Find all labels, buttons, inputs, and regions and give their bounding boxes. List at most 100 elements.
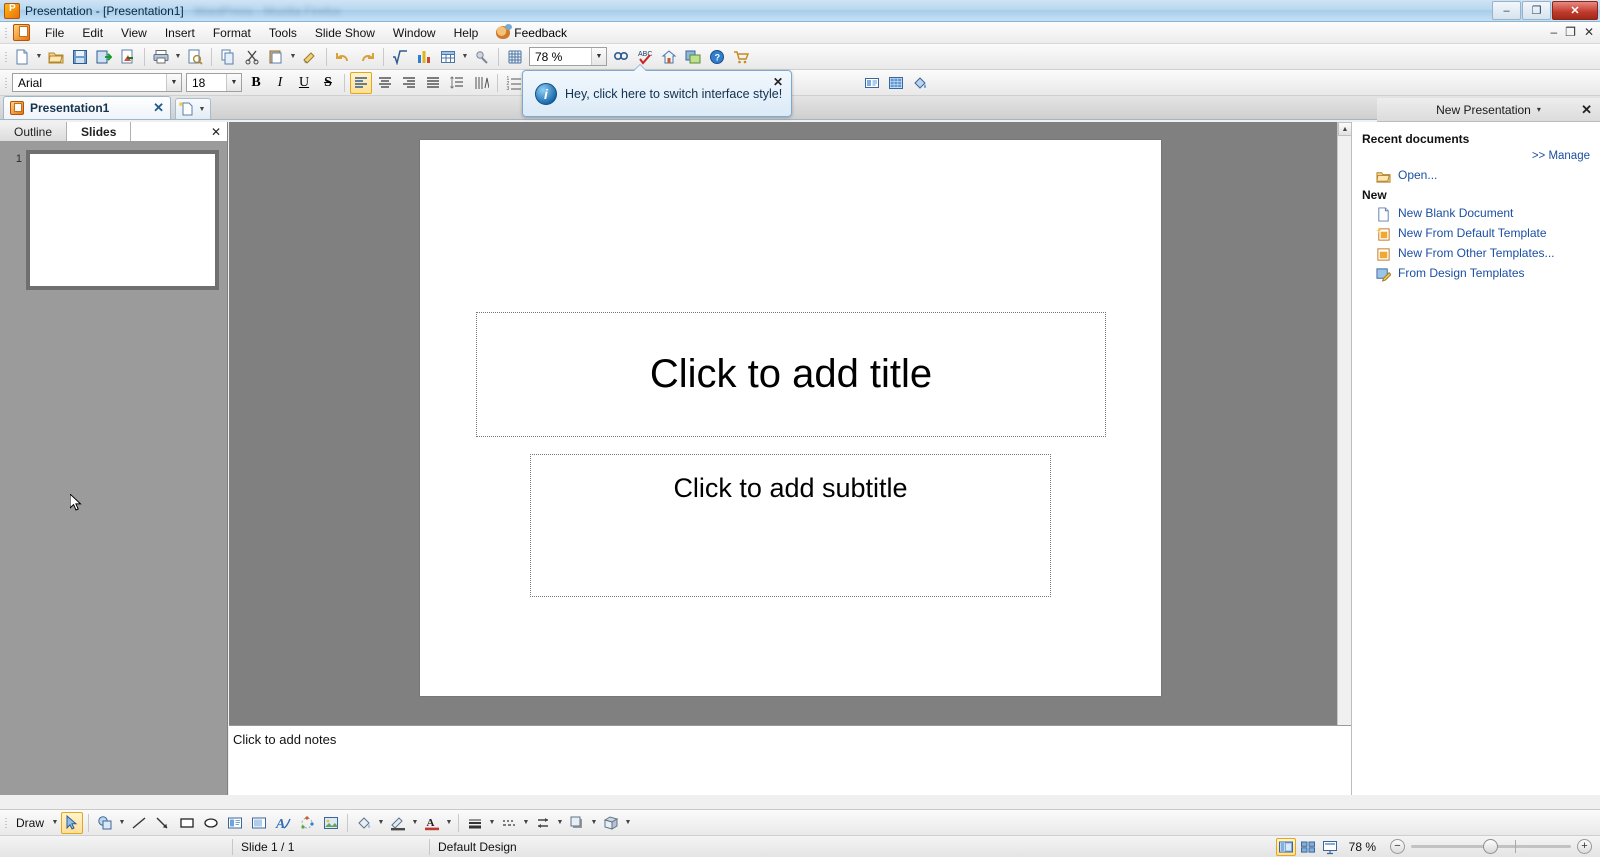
arrow-tool[interactable] bbox=[152, 812, 174, 834]
new-document-tab-dropdown[interactable]: ▼ bbox=[197, 98, 207, 120]
slide-show-button[interactable] bbox=[1320, 838, 1340, 856]
insert-table-dropdown[interactable]: ▼ bbox=[460, 46, 470, 68]
print-button[interactable] bbox=[150, 46, 172, 68]
home-button[interactable] bbox=[658, 46, 680, 68]
draw-menu-button[interactable]: Draw bbox=[10, 816, 50, 830]
fontwork-tool[interactable]: A bbox=[272, 812, 294, 834]
document-tab-presentation1[interactable]: Presentation1 ✕ bbox=[3, 96, 171, 119]
fill-color-button[interactable] bbox=[909, 72, 931, 94]
store-cart-button[interactable] bbox=[730, 46, 752, 68]
3d-rotate-tool[interactable] bbox=[296, 812, 318, 834]
hyperlink-button[interactable] bbox=[471, 46, 493, 68]
menu-window[interactable]: Window bbox=[384, 23, 445, 43]
font-name-combo-arrow[interactable]: ▼ bbox=[166, 74, 181, 91]
3d-style-dropdown[interactable]: ▼ bbox=[623, 812, 633, 834]
format-painter-button[interactable] bbox=[299, 46, 321, 68]
redo-button[interactable] bbox=[356, 46, 378, 68]
title-placeholder[interactable]: Click to add title bbox=[476, 312, 1106, 437]
from-design-templates-link[interactable]: From Design Templates bbox=[1376, 266, 1590, 282]
dash-style-dropdown[interactable]: ▼ bbox=[521, 812, 531, 834]
zoom-slider-track[interactable] bbox=[1411, 839, 1571, 854]
menubar-grip[interactable] bbox=[3, 25, 10, 41]
3d-style-tool[interactable] bbox=[600, 812, 622, 834]
italic-button[interactable]: I bbox=[269, 72, 291, 94]
formatting-toolbar-grip[interactable] bbox=[3, 75, 10, 91]
new-blank-document-link[interactable]: New Blank Document bbox=[1376, 206, 1590, 222]
menu-format[interactable]: Format bbox=[204, 23, 260, 43]
balloon-close-icon[interactable]: ✕ bbox=[773, 75, 783, 89]
tab-outline[interactable]: Outline bbox=[0, 122, 68, 141]
new-document-button[interactable] bbox=[11, 46, 33, 68]
notes-pane[interactable]: Click to add notes bbox=[229, 725, 1351, 795]
save-button[interactable] bbox=[69, 46, 91, 68]
close-button[interactable]: ✕ bbox=[1552, 1, 1598, 20]
help-button[interactable]: ? bbox=[706, 46, 728, 68]
paste-dropdown[interactable]: ▼ bbox=[288, 46, 298, 68]
menu-feedback[interactable]: Feedback bbox=[487, 23, 576, 43]
scroll-up-arrow-icon[interactable]: ▲ bbox=[1338, 122, 1352, 136]
strikethrough-button[interactable]: S bbox=[317, 72, 339, 94]
export-pdf-button[interactable] bbox=[117, 46, 139, 68]
font-color-dropdown[interactable]: ▼ bbox=[444, 812, 454, 834]
textbox-tool[interactable] bbox=[224, 812, 246, 834]
standard-toolbar-grip[interactable] bbox=[3, 49, 10, 65]
subtitle-placeholder[interactable]: Click to add subtitle bbox=[530, 454, 1051, 597]
slide-thumbnail-1[interactable] bbox=[25, 150, 219, 290]
menu-tools[interactable]: Tools bbox=[260, 23, 306, 43]
insert-image-tool[interactable] bbox=[320, 812, 342, 834]
slide-canvas[interactable]: Click to add title Click to add subtitle bbox=[420, 140, 1161, 696]
line-spacing-button[interactable] bbox=[446, 72, 468, 94]
select-arrow-tool[interactable] bbox=[61, 811, 84, 834]
zoom-combo-arrow[interactable]: ▼ bbox=[591, 48, 606, 65]
zoom-out-button[interactable]: − bbox=[1390, 839, 1405, 854]
zoom-slider-knob[interactable] bbox=[1483, 839, 1498, 854]
align-center-button[interactable] bbox=[374, 72, 396, 94]
new-document-tab-button[interactable]: ▼ bbox=[175, 98, 211, 119]
mdi-minimize-button[interactable]: – bbox=[1550, 25, 1557, 39]
zoom-in-button[interactable]: + bbox=[1577, 839, 1592, 854]
mdi-restore-button[interactable]: ❐ bbox=[1565, 25, 1576, 39]
align-justify-button[interactable] bbox=[422, 72, 444, 94]
arrow-style-dropdown[interactable]: ▼ bbox=[555, 812, 565, 834]
undo-button[interactable] bbox=[332, 46, 354, 68]
manage-link[interactable]: >> Manage bbox=[1362, 150, 1590, 162]
font-size-combo-arrow[interactable]: ▼ bbox=[226, 74, 241, 91]
line-tool[interactable] bbox=[128, 812, 150, 834]
drawing-toolbar-grip[interactable] bbox=[3, 815, 10, 831]
zoom-combo[interactable]: 78 % ▼ bbox=[529, 47, 607, 66]
tab-slides[interactable]: Slides bbox=[67, 122, 132, 141]
line-style-dropdown[interactable]: ▼ bbox=[487, 812, 497, 834]
bold-button[interactable]: B bbox=[245, 72, 267, 94]
font-name-combo[interactable]: Arial ▼ bbox=[12, 73, 182, 92]
new-document-dropdown[interactable]: ▼ bbox=[34, 46, 44, 68]
fill-color-tool[interactable] bbox=[353, 812, 375, 834]
align-right-button[interactable] bbox=[398, 72, 420, 94]
insert-table-grid-button[interactable] bbox=[885, 72, 907, 94]
save-as-button[interactable] bbox=[93, 46, 115, 68]
menu-help[interactable]: Help bbox=[445, 23, 488, 43]
menu-edit[interactable]: Edit bbox=[73, 23, 112, 43]
open-button[interactable] bbox=[45, 46, 67, 68]
slide-vertical-scrollbar[interactable]: ▲ ▼ bbox=[1337, 122, 1352, 769]
autoshapes-dropdown[interactable]: ▼ bbox=[117, 812, 127, 834]
open-link[interactable]: Open... bbox=[1376, 168, 1590, 184]
paste-button[interactable] bbox=[265, 46, 287, 68]
shadow-style-dropdown[interactable]: ▼ bbox=[589, 812, 599, 834]
menu-file[interactable]: File bbox=[36, 23, 73, 43]
menu-view[interactable]: View bbox=[112, 23, 156, 43]
text-direction-button[interactable] bbox=[470, 72, 492, 94]
print-dropdown[interactable]: ▼ bbox=[173, 46, 183, 68]
menu-slide-show[interactable]: Slide Show bbox=[306, 23, 384, 43]
line-color-dropdown[interactable]: ▼ bbox=[410, 812, 420, 834]
insert-formula-button[interactable] bbox=[389, 46, 411, 68]
font-color-tool[interactable]: A bbox=[421, 812, 443, 834]
autoshapes-button[interactable] bbox=[94, 812, 116, 834]
insert-chart-button[interactable] bbox=[413, 46, 435, 68]
draw-menu-dropdown[interactable]: ▼ bbox=[50, 812, 60, 834]
slide-sorter-button[interactable] bbox=[1298, 838, 1318, 856]
insert-textbox-button[interactable] bbox=[861, 72, 883, 94]
ellipse-tool[interactable] bbox=[200, 812, 222, 834]
document-tab-close-icon[interactable]: ✕ bbox=[153, 100, 164, 116]
restore-button[interactable]: ❐ bbox=[1522, 1, 1551, 20]
line-style-tool[interactable] bbox=[464, 812, 486, 834]
